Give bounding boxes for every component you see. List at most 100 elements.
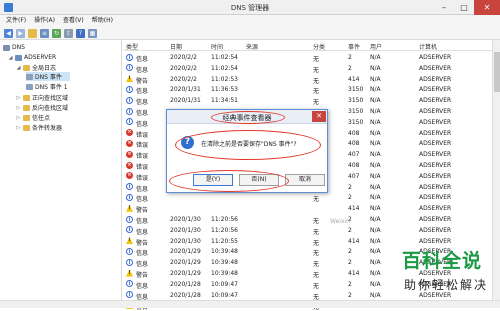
window-title: DNS 管理器 <box>230 4 270 12</box>
tree-item-reverse-zones[interactable]: ▷ 反向查找区域 <box>16 103 68 112</box>
error-icon: × <box>126 139 133 147</box>
status-bar <box>0 300 500 308</box>
menu-help[interactable]: 帮助(H) <box>92 15 113 27</box>
cell-time: 11:20:56 <box>211 216 238 223</box>
cell-category: 无 <box>313 250 320 258</box>
cell-event: 414 <box>348 237 360 245</box>
tree-item-global-logs[interactable]: ◢ 全局日志 <box>16 63 56 72</box>
folder-icon[interactable] <box>28 28 37 38</box>
error-icon: × <box>126 150 133 158</box>
tree-item-dns-events-1[interactable]: DNS 事件 1 <box>26 82 68 91</box>
cell-user: N/A <box>370 270 381 277</box>
table-row[interactable]: ! 警告 2020/1/30 11:20:55 无 414 N/A ADSERVER <box>123 236 500 247</box>
tree-item-forward-zones[interactable]: ▷ 正向查找区域 <box>16 93 68 102</box>
tree-item-trust-points[interactable]: ▷ 信任点 <box>16 113 50 122</box>
cell-date: 2020/2/2 <box>170 54 197 61</box>
menu-file[interactable]: 文件(F) <box>6 15 26 27</box>
chevron-right-icon[interactable]: ▷ <box>16 125 21 131</box>
dns-icon <box>3 44 10 51</box>
chevron-right-icon[interactable]: ▷ <box>16 95 21 101</box>
chevron-down-icon[interactable]: ◢ <box>16 65 21 71</box>
table-row[interactable]: ! 警告 414 N/A ADSERVER <box>123 203 500 214</box>
cell-date: 2020/2/2 <box>170 75 197 83</box>
cell-time: 10:39:48 <box>211 259 238 267</box>
cell-event: 414 <box>348 75 360 83</box>
cell-category: 无 <box>313 228 320 236</box>
chevron-right-icon[interactable]: ▷ <box>16 115 21 121</box>
export-icon[interactable]: ⇪ <box>64 28 73 38</box>
tree-item-dns-events[interactable]: DNS 事件 <box>26 72 70 81</box>
maximize-button[interactable]: □ <box>454 0 474 15</box>
vertical-scrollbar[interactable] <box>492 40 500 300</box>
table-row[interactable]: i信息 无 2 N/A ADSERVER <box>123 192 500 203</box>
column-header-time[interactable]: 时间 <box>211 42 223 51</box>
toolbar: ◀ ▶ ≡ ↻ ⇪ ? ▦ <box>0 27 500 40</box>
window-controls: – □ ✕ <box>434 0 500 15</box>
info-icon: i <box>126 193 133 201</box>
table-row[interactable]: i 信息 2020/1/30 11:20:56 无 2 N/A ADSERVER <box>123 214 500 225</box>
cancel-button[interactable]: 取消 <box>285 174 325 186</box>
cell-category: 无 <box>313 99 320 107</box>
cell-user: N/A <box>370 194 381 202</box>
properties-icon[interactable]: ▦ <box>88 28 97 38</box>
info-icon: i <box>126 118 133 126</box>
cell-user: N/A <box>370 226 381 234</box>
yes-button[interactable]: 是(Y) <box>193 174 233 186</box>
title-bar: DNS 管理器 – □ ✕ <box>0 0 500 15</box>
chevron-right-icon[interactable]: ▷ <box>16 105 21 111</box>
table-row[interactable]: i 信息 2020/2/2 11:02:54 无 2 N/A ADSERVER <box>123 52 500 63</box>
chevron-down-icon[interactable]: ◢ <box>8 55 13 61</box>
table-row[interactable]: i 信息 2020/2/2 11:02:54 无 2 N/A ADSERVER <box>123 63 500 74</box>
info-icon: i <box>126 107 133 115</box>
column-header-computer[interactable]: 计算机 <box>419 42 437 51</box>
refresh-icon[interactable]: ↻ <box>52 28 61 38</box>
table-row[interactable]: i 信息 2020/1/30 11:20:56 无 2 N/A ADSERVER <box>123 225 500 236</box>
faint-watermark: Weixin <box>330 218 350 225</box>
tree-item-dns[interactable]: DNS <box>3 43 25 52</box>
cell-type: 信息 <box>136 66 149 74</box>
menu-view[interactable]: 查看(V) <box>63 15 84 27</box>
column-header-date[interactable]: 日期 <box>170 42 182 51</box>
table-row[interactable]: ! 警告 2020/2/2 11:02:53 无 414 N/A ADSERVER <box>123 74 500 85</box>
info-icon: i <box>126 215 133 223</box>
menu-action[interactable]: 操作(A) <box>34 15 55 27</box>
cell-time: 11:02:53 <box>211 75 238 83</box>
cell-time: 11:20:56 <box>211 226 238 234</box>
cell-date: 2020/1/29 <box>170 270 201 277</box>
cell-event: 3150 <box>348 86 364 94</box>
forward-arrow-icon[interactable]: ▶ <box>16 28 25 38</box>
table-row[interactable]: i 信息 2020/1/31 11:36:53 无 3150 N/A ADSERVER <box>123 84 500 95</box>
table-row[interactable]: i 信息 2020/1/31 11:34:51 无 3150 N/A ADSERVER <box>123 95 500 106</box>
cell-user: N/A <box>370 108 381 115</box>
cell-computer: ADSERVER <box>419 205 452 213</box>
column-header-category[interactable]: 分类 <box>313 42 325 51</box>
cell-event: 3150 <box>348 118 364 126</box>
column-header-type[interactable]: 类型 <box>126 42 138 51</box>
cell-event: 2 <box>348 54 352 61</box>
help-icon[interactable]: ? <box>76 28 85 38</box>
log-icon <box>26 83 33 90</box>
dialog-close-button[interactable]: ✕ <box>312 111 326 122</box>
list-icon[interactable]: ≡ <box>40 28 49 38</box>
info-icon: i <box>126 280 133 288</box>
cell-time: 11:34:51 <box>211 97 238 105</box>
scrollbar-thumb[interactable] <box>494 52 500 92</box>
cell-user: N/A <box>370 129 381 137</box>
cell-type: 警告 <box>136 239 149 247</box>
server-icon <box>15 54 22 61</box>
cell-type: 信息 <box>136 261 149 269</box>
cell-category: 无 <box>313 88 320 96</box>
tree-item-conditional-forwarders[interactable]: ▷ 条件转发器 <box>16 123 62 132</box>
minimize-button[interactable]: – <box>434 0 454 15</box>
column-header-event[interactable]: 事件 <box>348 42 360 51</box>
no-button[interactable]: 否(N) <box>239 174 279 186</box>
column-header-source[interactable]: 来源 <box>246 42 258 51</box>
cell-time: 11:02:54 <box>211 54 238 61</box>
tree-item-adserver[interactable]: ◢ ADSERVER <box>8 53 57 62</box>
column-header-user[interactable]: 用户 <box>370 42 382 51</box>
cell-category: 无 <box>313 239 320 247</box>
back-arrow-icon[interactable]: ◀ <box>4 28 13 38</box>
cell-computer: ADSERVER <box>419 194 452 202</box>
close-window-button[interactable]: ✕ <box>474 0 500 15</box>
cell-user: N/A <box>370 291 381 299</box>
